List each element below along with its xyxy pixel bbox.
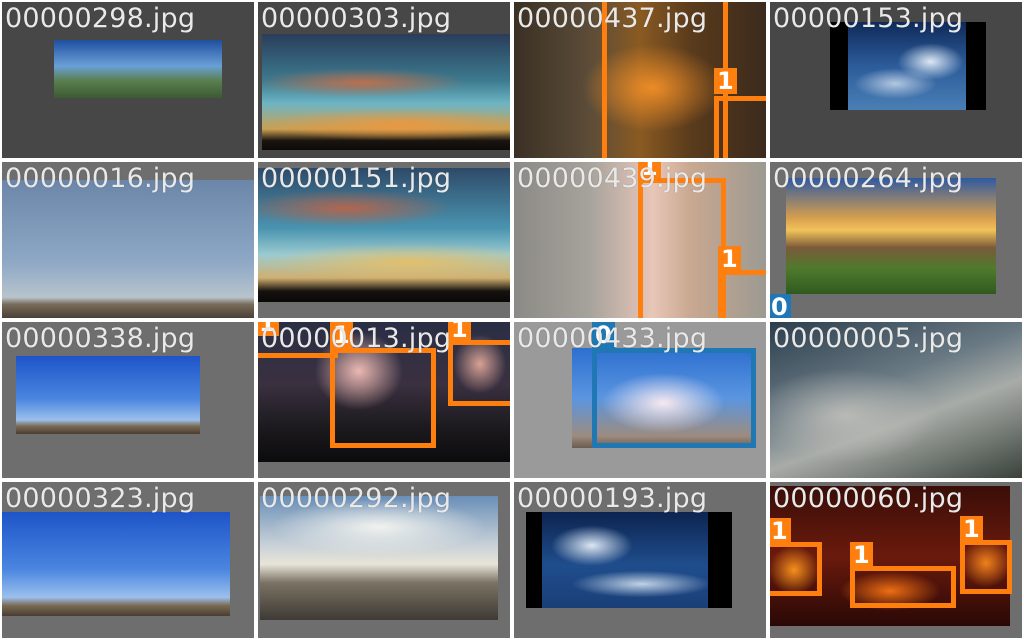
tile[interactable]: 00000153.jpg xyxy=(770,2,1022,158)
detection-box xyxy=(330,348,436,448)
detection-box xyxy=(638,178,726,318)
tile-filename: 00000437.jpg xyxy=(517,3,708,34)
tile[interactable]: 00000303.jpg xyxy=(258,2,510,158)
detection-box xyxy=(718,270,766,318)
thumbnail-image xyxy=(526,512,732,608)
tile-filename: 00000303.jpg xyxy=(261,3,452,34)
tile[interactable]: 00000338.jpg xyxy=(2,322,254,478)
tile[interactable]: 1 1 1 00000060.jpg xyxy=(770,482,1022,638)
detection-box xyxy=(850,566,956,608)
thumbnail-image xyxy=(2,512,230,616)
tile[interactable]: 0 00000433.jpg xyxy=(514,322,766,478)
tile-filename: 00000060.jpg xyxy=(773,483,964,514)
tile-filename: 00000298.jpg xyxy=(5,3,196,34)
tile-filename: 00000433.jpg xyxy=(517,323,708,354)
thumbnail-image xyxy=(2,180,254,318)
tile[interactable]: 00000151.jpg xyxy=(258,162,510,318)
thumbnail-image xyxy=(16,356,200,434)
tile-filename: 00000151.jpg xyxy=(261,163,452,194)
tile[interactable]: 00000005.jpg xyxy=(770,322,1022,478)
tile-filename: 00000439.jpg xyxy=(517,163,708,194)
tile[interactable]: 1 1 1 00000013.jpg xyxy=(258,322,510,478)
detection-label: 1 xyxy=(850,542,873,568)
detection-box xyxy=(960,540,1012,594)
detection-label: 1 xyxy=(448,322,471,342)
tile-filename: 00000013.jpg xyxy=(261,323,452,354)
tile-filename: 00000323.jpg xyxy=(5,483,196,514)
detection-label: 1 xyxy=(718,246,741,272)
tile[interactable]: 0 00000264.jpg xyxy=(770,162,1022,318)
detection-box xyxy=(714,96,766,158)
tile[interactable]: 00000016.jpg xyxy=(2,162,254,318)
detection-label: 1 xyxy=(960,516,983,542)
tile-filename: 00000016.jpg xyxy=(5,163,196,194)
detection-box xyxy=(592,348,756,448)
tile-filename: 00000292.jpg xyxy=(261,483,452,514)
detection-box xyxy=(448,340,510,406)
detection-box xyxy=(770,542,822,596)
thumbnail-image xyxy=(54,40,222,98)
detection-label: 1 xyxy=(770,518,791,544)
tile-filename: 00000264.jpg xyxy=(773,163,964,194)
tile-filename: 00000193.jpg xyxy=(517,483,708,514)
thumbnail-image-inner xyxy=(542,512,708,608)
tile-filename: 00000338.jpg xyxy=(5,323,196,354)
tile[interactable]: 1 00000437.jpg xyxy=(514,2,766,158)
detection-label: 1 xyxy=(714,68,737,94)
tile[interactable]: 00000323.jpg xyxy=(2,482,254,638)
tile[interactable]: 00000292.jpg xyxy=(258,482,510,638)
thumbnail-image xyxy=(262,34,510,150)
image-mosaic-grid: 00000298.jpg 00000303.jpg 1 00000437.jpg… xyxy=(0,0,1024,640)
detection-label: 0 xyxy=(770,294,791,318)
tile-filename: 00000005.jpg xyxy=(773,323,964,354)
tile-filename: 00000153.jpg xyxy=(773,3,964,34)
tile[interactable]: 00000193.jpg xyxy=(514,482,766,638)
tile[interactable]: 1 1 0 00000439.jpg xyxy=(514,162,766,318)
tile[interactable]: 00000298.jpg xyxy=(2,2,254,158)
